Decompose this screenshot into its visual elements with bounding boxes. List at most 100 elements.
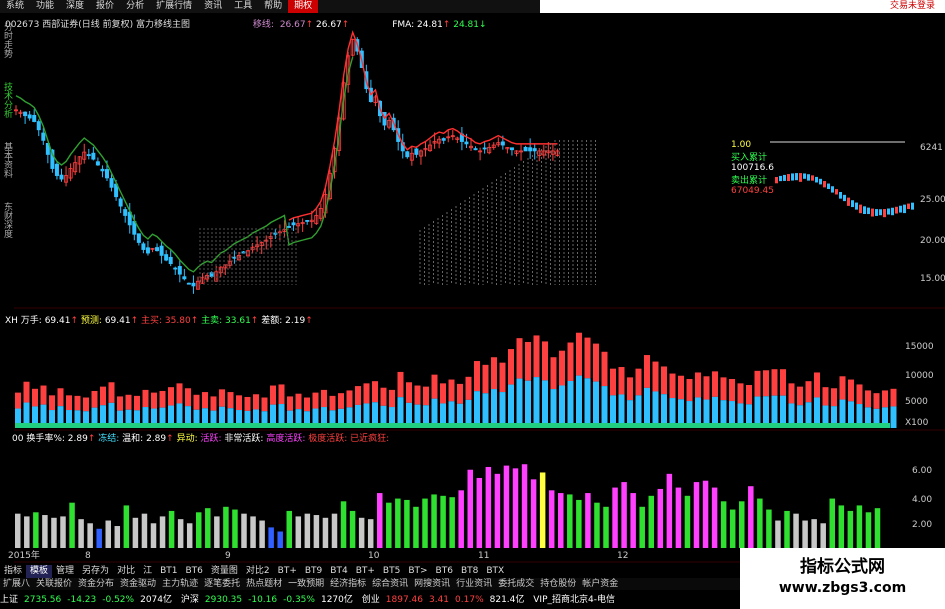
indicator-tab-3[interactable]: 另存为 (78, 565, 113, 578)
extension-tab-3[interactable]: 资金驱动 (117, 578, 159, 590)
candle-body (291, 222, 296, 226)
ind1-value: 69.41 (44, 316, 71, 326)
volume-bar-buy (635, 368, 642, 396)
ind2-name: 00 换手率%: (12, 434, 65, 444)
indicator-tab-0[interactable]: 指标 (0, 565, 26, 578)
volume-bar-buy (329, 395, 336, 411)
volume-bar-buy (695, 372, 701, 398)
volume-bar-buy (117, 396, 123, 411)
volume-bar-buy (338, 393, 344, 409)
turnover-bar (621, 482, 627, 548)
turnover-bar (96, 528, 102, 548)
extension-tab-14[interactable]: 帐户资金 (579, 578, 621, 590)
candle-body (155, 247, 160, 252)
extension-tab-13[interactable]: 持仓股份 (537, 578, 579, 590)
turnover-bar (159, 516, 166, 548)
indicator-tab-15[interactable]: BT> (404, 565, 431, 578)
extension-tab-5[interactable]: 逐笔委托 (201, 578, 243, 590)
volume-bar-buy (856, 384, 863, 405)
fma-line (15, 56, 354, 273)
volume-bar-buy (465, 376, 472, 400)
indicator-tab-1[interactable]: 模板 (26, 565, 53, 578)
mini-candle (843, 194, 846, 202)
sz-label[interactable]: 沪深 (181, 595, 199, 605)
turnover-bar (69, 502, 75, 548)
mini-candle (787, 174, 790, 182)
indicator-tab-4[interactable]: 对比 (113, 565, 139, 578)
turnover-bar (268, 527, 274, 548)
indicator-tab-6[interactable]: BT1 (156, 565, 181, 578)
indicator-tab-9[interactable]: 对比2 (242, 565, 274, 578)
turnover-bar (105, 520, 111, 548)
volume-bar-buy (100, 386, 106, 406)
turnover-bar (132, 517, 139, 548)
candle-body (414, 148, 419, 155)
extension-tab-0[interactable]: 扩展八 (0, 578, 33, 590)
turnover-bar (594, 502, 600, 548)
x-date-label: 9 (225, 551, 231, 561)
turnover-bar (277, 531, 283, 548)
volume-bar-buy (457, 383, 463, 404)
sh-pct: -0.52% (102, 595, 135, 605)
extension-tab-2[interactable]: 资金分布 (75, 578, 117, 590)
volume-bar-buy (661, 366, 667, 395)
extension-tab-9[interactable]: 综合资讯 (369, 578, 411, 590)
volume-bar-buy (295, 393, 302, 410)
extension-tab-8[interactable]: 经济指标 (327, 578, 369, 590)
turnover-bar (802, 520, 808, 548)
volume-bar-buy (737, 383, 744, 404)
ind1-sell-label: 主卖: (201, 316, 223, 326)
indicator-tab-13[interactable]: BT+ (352, 565, 379, 578)
indicator-tab-18[interactable]: BTX (482, 565, 508, 578)
cy-label[interactable]: 创业 (362, 595, 380, 605)
volume-bar-buy (389, 389, 395, 408)
x-date-label: 8 (85, 551, 91, 561)
sh-label[interactable]: 上证 (0, 595, 18, 605)
turnover-bar (377, 493, 383, 548)
extension-tab-7[interactable]: 一致预期 (285, 578, 327, 590)
turnover-bar (331, 513, 338, 548)
sh-chg: -14.23 (67, 595, 97, 605)
extension-tab-12[interactable]: 委托成交 (495, 578, 537, 590)
turnover-bar (576, 499, 582, 548)
turnover-bar (295, 516, 302, 548)
extension-tab-6[interactable]: 热点题材 (243, 578, 285, 590)
indicator-tab-12[interactable]: BT4 (326, 565, 351, 578)
mini-candle (895, 206, 898, 214)
candle-body (54, 163, 59, 176)
mini-candle (839, 191, 842, 199)
extension-tab-11[interactable]: 行业资讯 (453, 578, 495, 590)
indicator2-header: 00 换手率%: 2.89↑ 冻结: 温和: 2.89↑ 异动: 活跃: 非常活… (12, 434, 390, 444)
mini-candle (807, 174, 810, 181)
extension-tab-10[interactable]: 网搜资讯 (411, 578, 453, 590)
indicator-tab-16[interactable]: BT6 (432, 565, 457, 578)
volume-bar-buy (202, 392, 208, 409)
volume-bar-buy (83, 397, 89, 412)
indicator-tab-7[interactable]: BT6 (182, 565, 207, 578)
chart-canvas[interactable]: 25.00 20.00 15.00 15000 10000 5000 X100 6.00 4.0… (0, 0, 945, 609)
candle-body (173, 267, 178, 270)
ind1-buy-label: 主买: (141, 316, 163, 326)
volume-bar-buy (839, 376, 846, 400)
indicator-tab-17[interactable]: BT8 (457, 565, 482, 578)
volume-bar-buy (593, 343, 599, 382)
ind2-warm-label: 温和: (122, 434, 144, 444)
indicator-tab-5[interactable]: 江 (139, 565, 156, 578)
indicator-tab-14[interactable]: BT5 (379, 565, 404, 578)
extension-tab-1[interactable]: 关联报价 (33, 578, 75, 590)
indicator-tab-8[interactable]: 资量图 (207, 565, 242, 578)
extension-tab-4[interactable]: 主力轨迹 (159, 578, 201, 590)
candle-body (141, 243, 146, 250)
candle-body (500, 141, 505, 146)
turnover-bar (141, 513, 148, 548)
volume-bar-buy (210, 396, 217, 411)
volume-bar-buy (151, 392, 157, 409)
volume-bar-sell (618, 394, 625, 428)
turnover-bar (186, 523, 193, 548)
indicator-tab-11[interactable]: BT9 (301, 565, 326, 578)
indicator-tab-2[interactable]: 管理 (52, 565, 78, 578)
turnover-bar (521, 464, 528, 548)
turnover-bar (630, 493, 636, 548)
indicator-tab-10[interactable]: BT+ (274, 565, 301, 578)
candle-body (286, 226, 291, 228)
